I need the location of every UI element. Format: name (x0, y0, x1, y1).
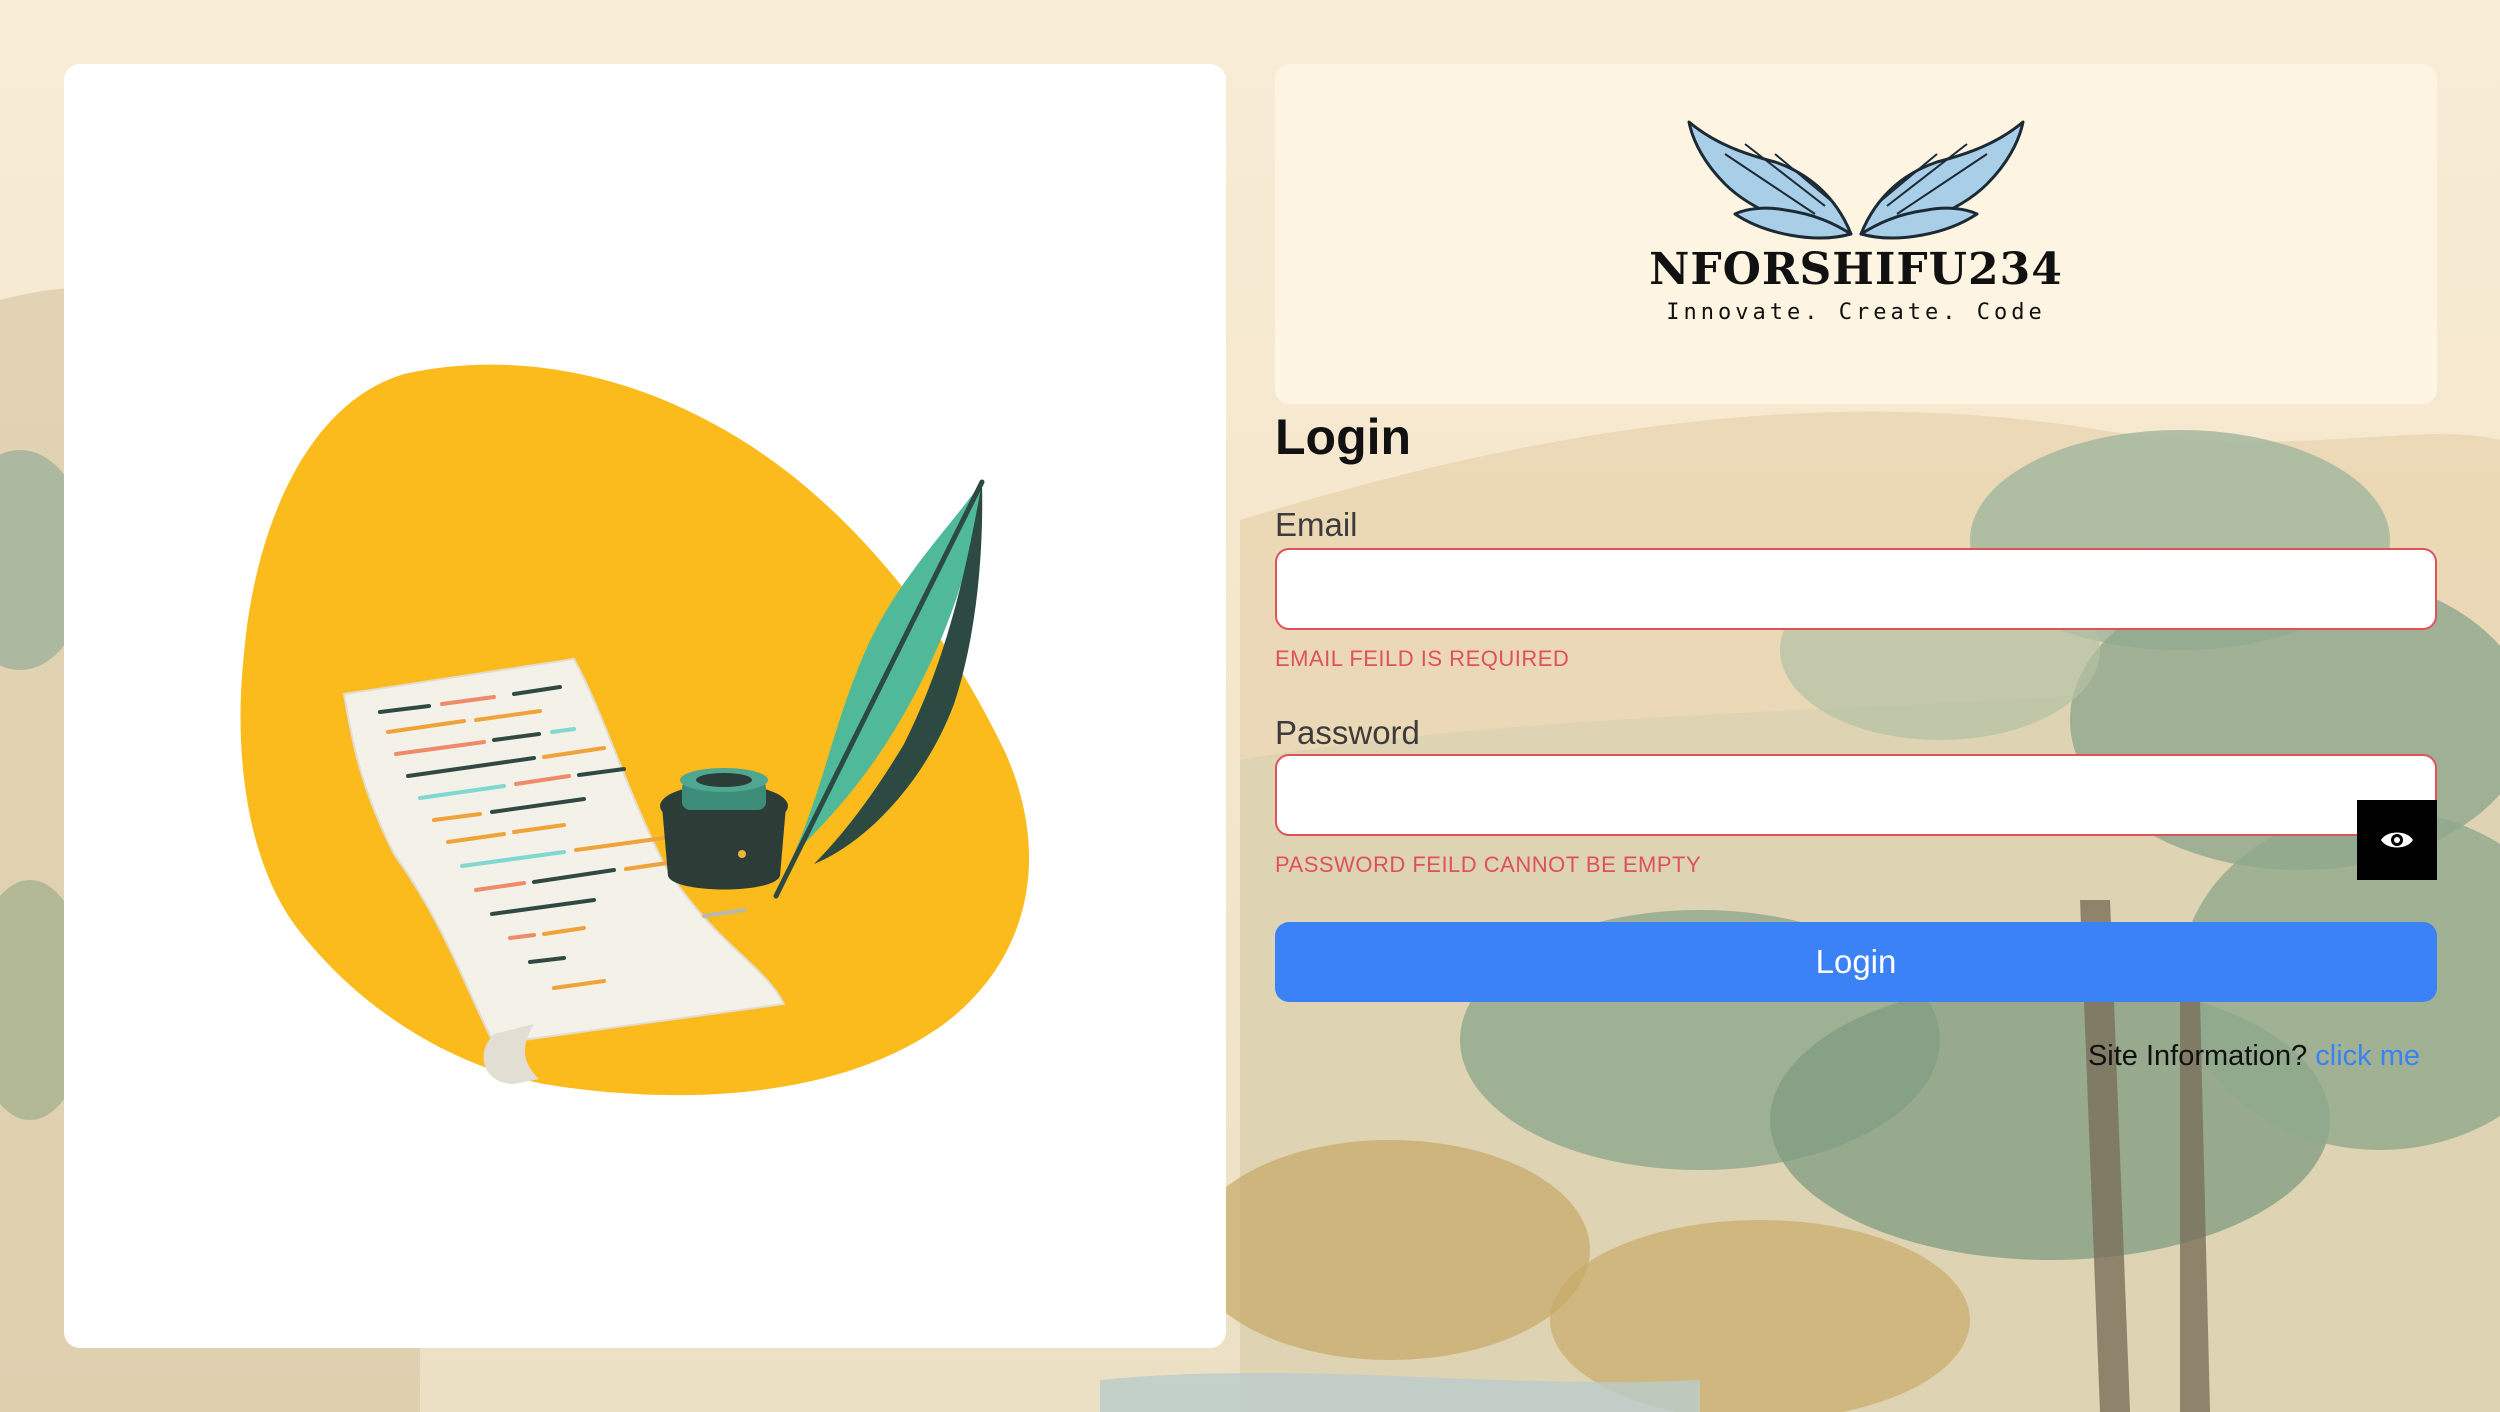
illustration (240, 364, 1030, 1096)
brand-name: NFORSHIFU234 (1649, 244, 2063, 295)
brand-tagline: Innovate. Create. Code (1666, 300, 2046, 325)
brand-header: NFORSHIFU234 Innovate. Create. Code (1275, 64, 2437, 404)
login-button[interactable]: Login (1275, 922, 2437, 1002)
site-info-text: Site Information? (2087, 1040, 2308, 1072)
password-label: Password (1275, 714, 1420, 751)
eye-icon (2381, 832, 2413, 848)
email-error: EMAIL FEILD IS REQUIRED (1275, 646, 1570, 671)
toggle-password-visibility-button[interactable] (2357, 800, 2437, 880)
email-label: Email (1275, 506, 1358, 543)
login-heading: Login (1275, 409, 1412, 465)
password-input[interactable] (1275, 754, 2437, 836)
site-info-link[interactable]: click me (2315, 1040, 2420, 1072)
email-input[interactable] (1275, 548, 2437, 630)
site-info: Site Information? click me (2088, 1040, 2420, 1073)
password-error: PASSWORD FEILD CANNOT BE EMPTY (1275, 852, 1702, 877)
illustration-card (64, 64, 1226, 1348)
